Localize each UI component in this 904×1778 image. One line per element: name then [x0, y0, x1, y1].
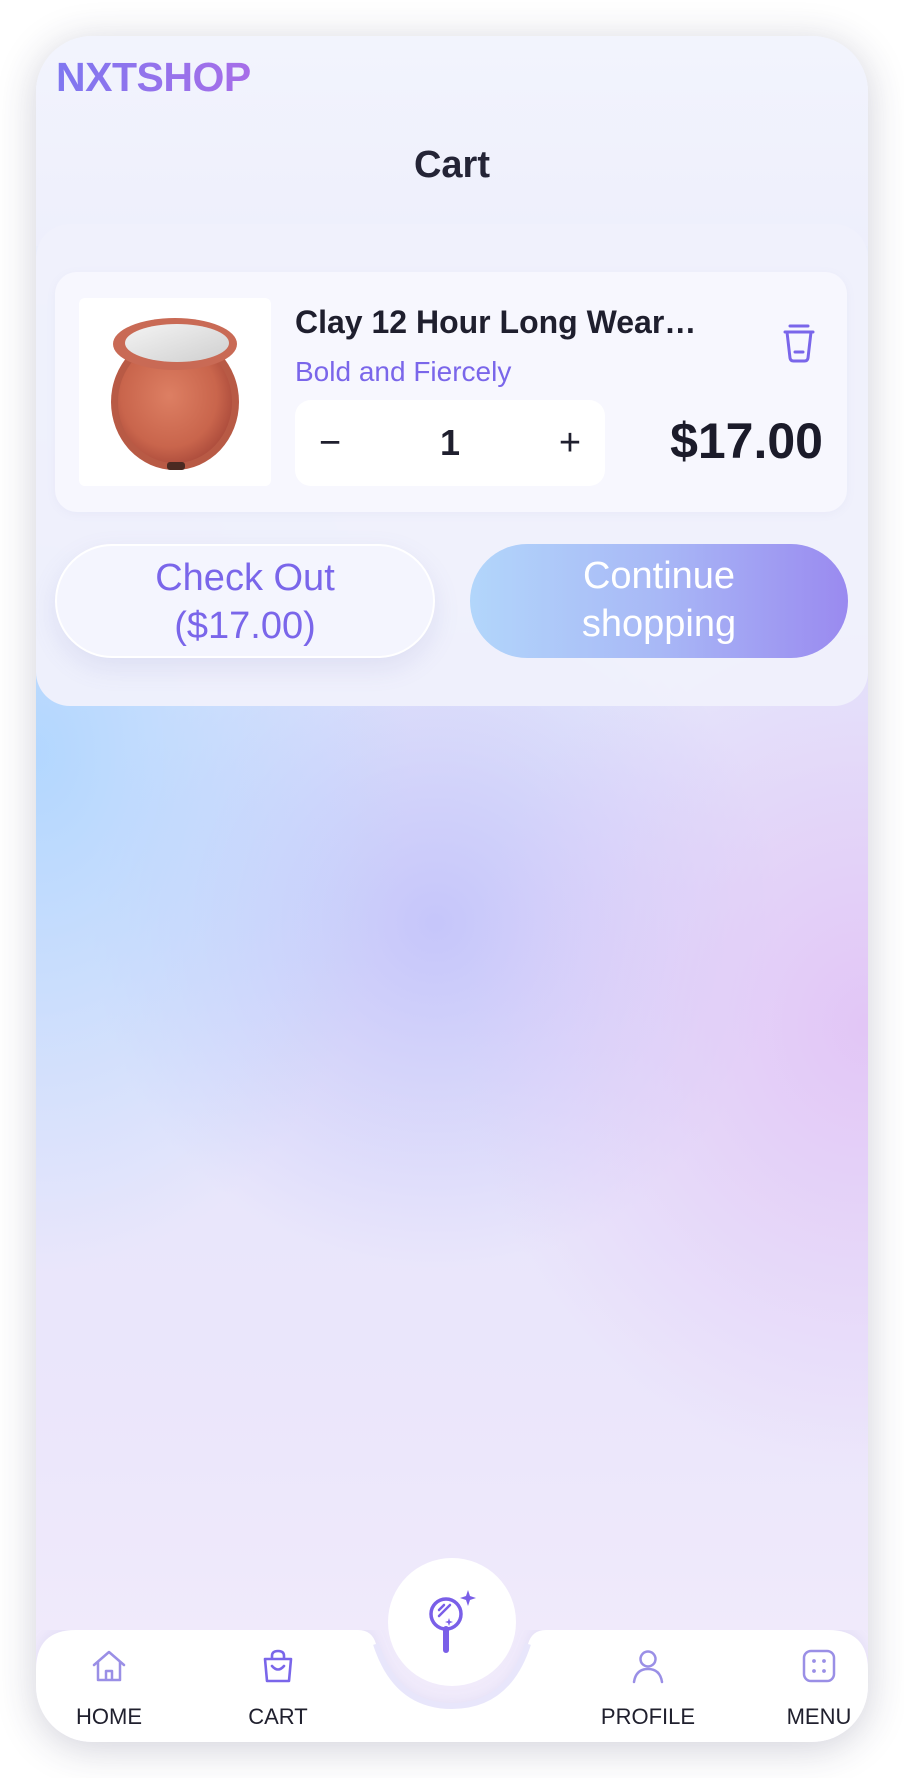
nav-label-profile: PROFILE: [600, 1704, 696, 1729]
app-logo[interactable]: NXTSHOP: [56, 54, 251, 101]
magic-mirror-icon: [429, 1590, 476, 1653]
phone-screen: NXTSHOP Cart Clay 12 Hour Long Wear… Bol…: [36, 36, 868, 1742]
decrease-quantity-button[interactable]: −: [295, 400, 365, 486]
product-shade: Bold and Fiercely: [295, 356, 512, 387]
product-image[interactable]: [79, 298, 271, 486]
nav-label-cart: CART: [248, 1704, 308, 1729]
blush-compact-image: [111, 318, 239, 470]
product-name[interactable]: Clay 12 Hour Long Wear…: [295, 304, 696, 341]
nav-label-menu: MENU: [786, 1704, 852, 1729]
continue-label-line1: Continue: [582, 555, 736, 597]
nav-item-profile[interactable]: PROFILE: [588, 1630, 708, 1742]
continue-shopping-button[interactable]: Continue shopping: [470, 544, 848, 658]
checkout-label: Check Out: [155, 557, 335, 599]
nav-label-home: HOME: [76, 1704, 142, 1729]
magic-mirror-button[interactable]: [388, 1558, 516, 1686]
trash-icon: [783, 324, 815, 363]
shopping-bag-icon: [263, 1649, 293, 1683]
nav-item-menu[interactable]: MENU: [759, 1630, 868, 1742]
delete-item-button[interactable]: [777, 320, 821, 364]
quantity-value: 1: [439, 422, 461, 463]
quantity-stepper: − 1 +: [295, 400, 605, 486]
nav-item-home[interactable]: HOME: [49, 1630, 169, 1742]
app-header: NXTSHOP Cart: [36, 36, 868, 246]
nav-item-cart[interactable]: CART: [218, 1630, 338, 1742]
checkout-total: ($17.00): [174, 605, 316, 647]
page-title: Cart: [413, 144, 491, 186]
cart-item-card: Clay 12 Hour Long Wear… Bold and Fiercel…: [55, 272, 847, 512]
product-price: $17.00: [670, 413, 823, 469]
grid-dots-icon: [802, 1649, 836, 1683]
home-icon: [92, 1650, 126, 1682]
continue-label-line2: shopping: [581, 603, 737, 645]
increase-quantity-button[interactable]: +: [535, 400, 605, 486]
checkout-button[interactable]: Check Out ($17.00): [55, 544, 435, 658]
user-icon: [632, 1650, 664, 1684]
